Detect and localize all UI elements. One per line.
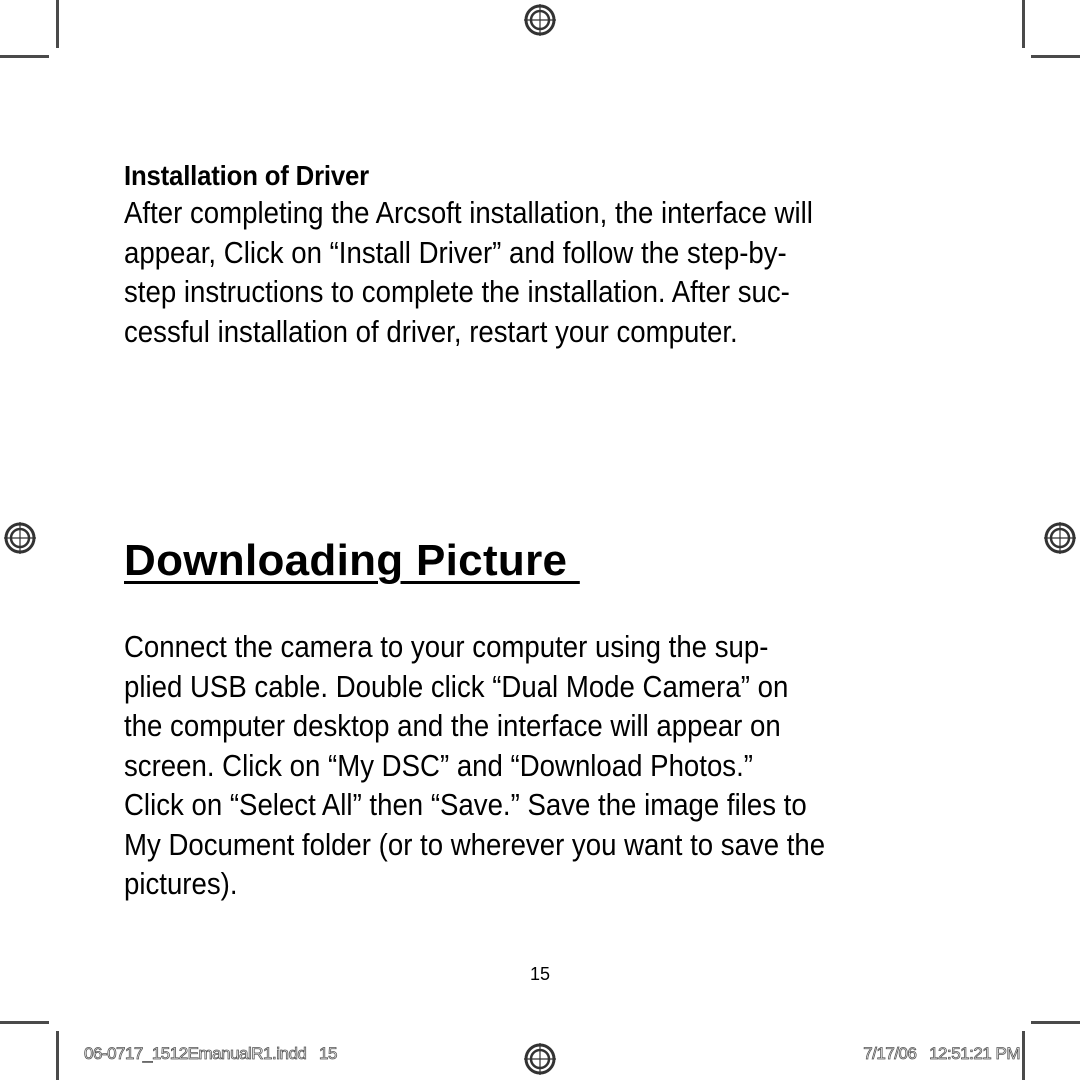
paragraph-line: pictures). <box>124 867 238 901</box>
crop-mark-top-right-vertical <box>1022 0 1025 48</box>
paragraph-line: appear, Click on “Install Driver” and fo… <box>124 235 787 270</box>
crop-mark-top-right-horizontal <box>1031 55 1080 58</box>
crop-mark-bottom-right-vertical <box>1022 1031 1025 1080</box>
page-number: 15 <box>529 964 551 984</box>
crop-mark-top-left-horizontal <box>0 55 49 58</box>
registration-target-icon <box>3 521 37 555</box>
paragraph-line: the computer desktop and the interface w… <box>124 709 781 743</box>
paragraph-line: After completing the Arcsoft installatio… <box>124 196 813 230</box>
registration-target-icon <box>523 1042 557 1076</box>
paragraph-line: screen. Click on “My DSC” and “Download … <box>124 748 753 783</box>
paragraph-line: My Document folder (or to wherever you w… <box>124 827 826 862</box>
crop-mark-bottom-left-vertical <box>56 1031 59 1080</box>
registration-target-icon <box>1043 521 1077 555</box>
installation-paragraph: After completing the Arcsoft installatio… <box>124 194 813 352</box>
crop-mark-bottom-right-horizontal <box>1031 1021 1080 1024</box>
paragraph-line: Connect the camera to your computer usin… <box>124 630 769 664</box>
registration-target-icon <box>523 3 557 37</box>
print-slug-file-info: 06-0717_1512EmanualR1.indd 15 <box>84 1044 338 1064</box>
paragraph-line: plied USB cable. Double click “Dual Mode… <box>124 669 789 704</box>
page-title-downloading-picture: Downloading Picture <box>124 536 580 585</box>
crop-mark-top-left-vertical <box>56 0 59 48</box>
paragraph-line: Click on “Select All” then “Save.” Save … <box>124 788 807 822</box>
paragraph-line: step instructions to complete the instal… <box>124 275 790 309</box>
print-slug-timestamp: 7/17/06 12:51:21 PM <box>863 1044 1021 1064</box>
section-heading-installation-of-driver: Installation of Driver <box>124 160 370 191</box>
paragraph-line: cessful installation of driver, restart … <box>124 314 738 349</box>
downloading-paragraph: Connect the camera to your computer usin… <box>124 628 825 905</box>
crop-mark-bottom-left-horizontal <box>0 1021 49 1024</box>
